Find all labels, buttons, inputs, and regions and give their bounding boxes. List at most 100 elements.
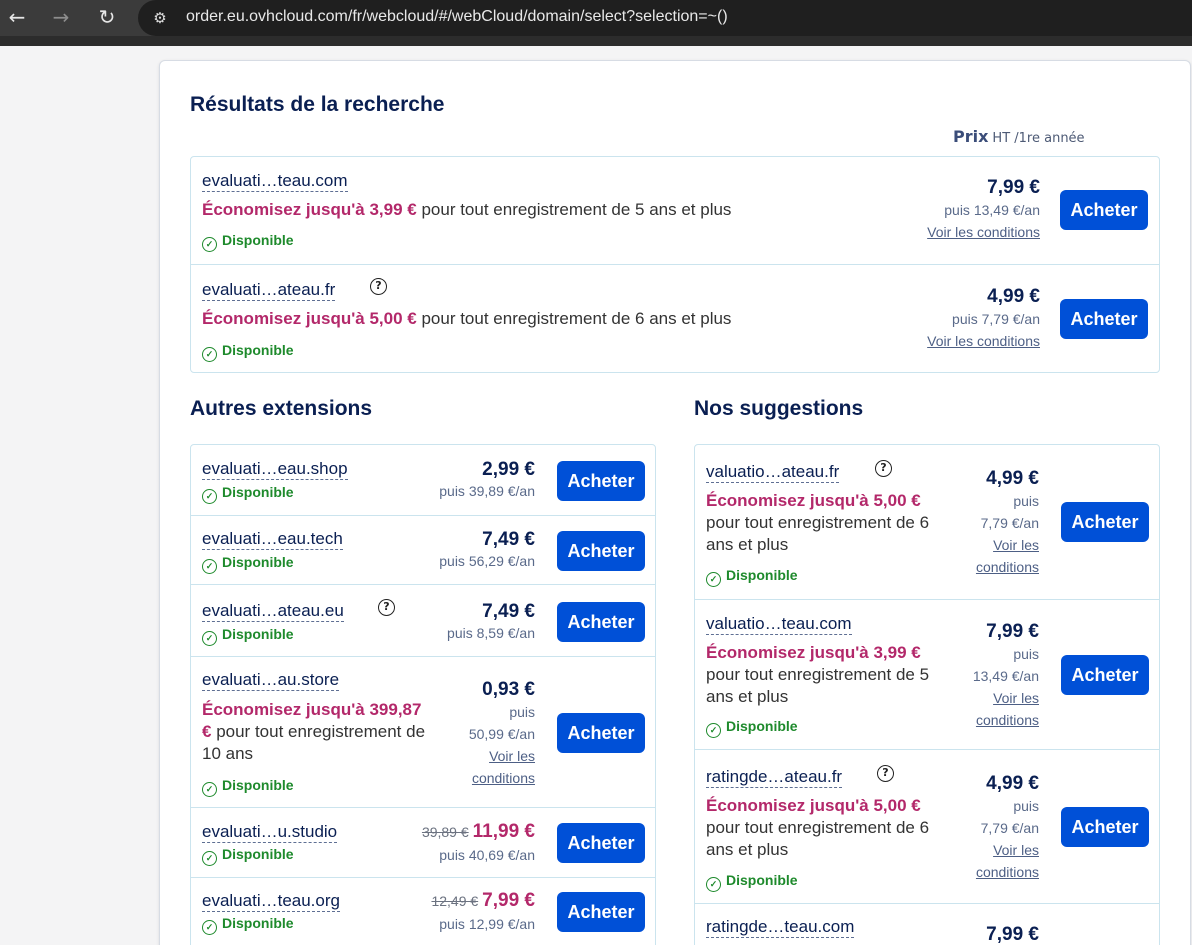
promo-highlight: Économisez jusqu'à 3,99 € [202, 200, 417, 219]
extension-row: evaluati…eau.tech ✓ Disponible 7,49 € pui… [191, 515, 655, 584]
price-header: Prix HT /1re année [953, 127, 1085, 146]
domain-name[interactable]: evaluati…eau.tech [202, 529, 343, 550]
renewal-price: puis 56,29 €/an [439, 553, 535, 569]
forward-icon[interactable]: → [48, 4, 74, 30]
renewal-price: puis 12,99 €/an [439, 916, 535, 932]
availability-badge: ✓ Disponible [202, 915, 294, 935]
buy-button[interactable]: Acheter [557, 461, 645, 501]
domain-name[interactable]: evaluati…u.studio [202, 822, 338, 843]
check-circle-icon: ✓ [202, 782, 217, 797]
extension-row: evaluati…teau.org ✓ Disponible 12,49 €7,9… [191, 877, 655, 945]
conditions-link[interactable]: conditions [472, 767, 535, 789]
renewal-price: puis 40,69 €/an [439, 847, 535, 863]
buy-button[interactable]: Acheter [1061, 807, 1149, 847]
check-circle-icon: ✓ [202, 851, 217, 866]
availability-badge: ✓ Disponible [202, 846, 294, 866]
price: 0,93 € [482, 679, 535, 700]
price: 4,99 € [987, 286, 1040, 307]
renewal-price: puis 39,89 €/an [439, 483, 535, 499]
domain-name[interactable]: valuatio…ateau.fr [706, 462, 840, 483]
domain-name[interactable]: valuatio…teau.com [706, 614, 852, 635]
price: 2,99 € [482, 459, 535, 480]
buy-button[interactable]: Acheter [557, 823, 645, 863]
renewal-price: puis 8,59 €/an [447, 625, 535, 641]
renewal-price: 7,79 €/an [980, 820, 1039, 836]
renewal-price: puis 13,49 €/an [944, 202, 1040, 218]
conditions-link[interactable]: conditions [976, 556, 1039, 578]
domain-name[interactable]: evaluati…au.store [202, 670, 340, 691]
conditions-link[interactable]: conditions [976, 861, 1039, 883]
renewal-price: 13,49 €/an [972, 668, 1039, 684]
check-circle-icon: ✓ [202, 631, 217, 646]
extension-row: evaluati…ateau.eu ? ✓ Disponible 7,49 € p… [191, 584, 655, 656]
domain-name[interactable]: ratingde…teau.com [706, 917, 855, 938]
buy-button[interactable]: Acheter [1060, 299, 1148, 339]
price: 7,99 € [986, 924, 1039, 945]
check-circle-icon: ✓ [202, 347, 217, 362]
buy-button[interactable]: Acheter [1060, 190, 1148, 230]
conditions-link[interactable]: conditions [976, 709, 1039, 731]
renewal-price-label: puis [1013, 493, 1039, 509]
conditions-link[interactable]: Voir les conditions [927, 221, 1040, 243]
check-circle-icon: ✓ [202, 920, 217, 935]
availability-label: Disponible [726, 718, 798, 734]
domain-name[interactable]: ratingde…ateau.fr [706, 767, 843, 788]
conditions-link[interactable]: Voir les [993, 534, 1039, 556]
help-icon[interactable]: ? [877, 765, 894, 782]
conditions-link[interactable]: Voir les [993, 687, 1039, 709]
availability-label: Disponible [222, 232, 294, 248]
suggestion-row: ratingde…teau.com 7,99 € [695, 903, 1159, 945]
url-text[interactable]: order.eu.ovhcloud.com/fr/webcloud/#/webC… [186, 8, 728, 26]
conditions-link[interactable]: Voir les conditions [927, 330, 1040, 352]
renewal-price: 50,99 €/an [468, 726, 535, 742]
domain-name[interactable]: evaluati…teau.org [202, 891, 340, 912]
availability-label: Disponible [222, 626, 294, 642]
availability-label: Disponible [222, 342, 294, 358]
site-settings-icon[interactable]: ⚙ [148, 6, 172, 30]
price: 7,99 € [986, 621, 1039, 642]
availability-label: Disponible [726, 872, 798, 888]
suggestions-title: Nos suggestions [694, 397, 864, 420]
help-icon[interactable]: ? [378, 599, 395, 616]
check-circle-icon: ✓ [706, 723, 721, 738]
help-icon[interactable]: ? [875, 460, 892, 477]
check-circle-icon: ✓ [202, 489, 217, 504]
results-title: Résultats de la recherche [190, 93, 445, 116]
old-price: 39,89 € [421, 824, 469, 840]
toolbar-shadow [0, 36, 1192, 46]
check-circle-icon: ✓ [202, 559, 217, 574]
price-header-label: Prix [953, 127, 989, 146]
domain-name[interactable]: evaluati…ateau.fr [202, 280, 336, 301]
buy-button[interactable]: Acheter [557, 531, 645, 571]
renewal-price-label: puis [509, 704, 535, 720]
buy-button[interactable]: Acheter [1061, 655, 1149, 695]
availability-label: Disponible [726, 567, 798, 583]
back-icon[interactable]: ← [4, 4, 30, 30]
availability-badge: ✓ Disponible [706, 718, 798, 738]
promo-detail: pour tout enregistrement de 6 ans et plu… [706, 513, 930, 554]
other-extensions-title: Autres extensions [190, 397, 373, 420]
discounted-price: 7,99 € [482, 890, 535, 911]
reload-icon[interactable]: ↻ [94, 4, 120, 30]
promo-highlight: Économisez jusqu'à 5,00 € [202, 309, 417, 328]
address-bar[interactable]: ⚙ order.eu.ovhcloud.com/fr/webcloud/#/we… [138, 0, 1192, 36]
results-panel: evaluati…teau.com Économisez jusqu'à 3,9… [190, 156, 1160, 373]
price: 7,49 € [482, 529, 535, 550]
buy-button[interactable]: Acheter [557, 602, 645, 642]
extension-row: evaluati…au.store Économisez jusqu'à 399… [191, 656, 655, 807]
conditions-link[interactable]: Voir les [993, 839, 1039, 861]
extension-row: evaluati…eau.shop ✓ Disponible 2,99 € pui… [191, 445, 655, 515]
domain-name[interactable]: evaluati…teau.com [202, 171, 348, 192]
domain-name[interactable]: evaluati…eau.shop [202, 459, 348, 480]
buy-button[interactable]: Acheter [557, 713, 645, 753]
help-icon[interactable]: ? [370, 278, 387, 295]
conditions-link[interactable]: Voir les [489, 745, 535, 767]
buy-button[interactable]: Acheter [1061, 502, 1149, 542]
suggestion-row: valuatio…teau.com Économisez jusqu'à 3,9… [695, 599, 1159, 749]
promo-text: Économisez jusqu'à 5,00 € pour tout enre… [202, 308, 882, 330]
availability-badge: ✓ Disponible [202, 484, 294, 504]
buy-button[interactable]: Acheter [557, 892, 645, 932]
domain-name[interactable]: evaluati…ateau.eu [202, 601, 344, 622]
other-extensions-panel: evaluati…eau.shop ✓ Disponible 2,99 € pui… [190, 444, 656, 945]
promo-detail: pour tout enregistrement de 10 ans [202, 722, 426, 763]
